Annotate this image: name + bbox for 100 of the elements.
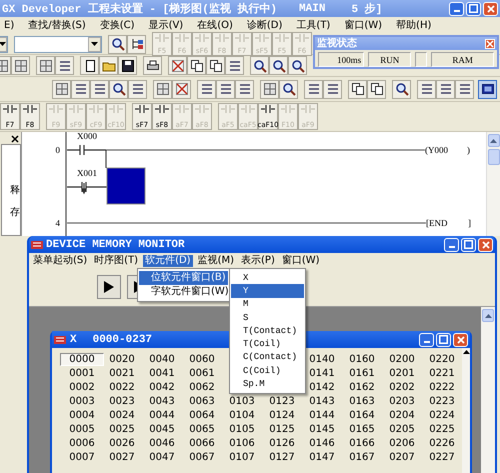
device-cell[interactable]: 0007: [66, 452, 98, 462]
menu-item[interactable]: 变换(C): [98, 20, 137, 32]
device-cell[interactable]: 0044: [146, 410, 178, 420]
device-cell[interactable]: 0061: [186, 368, 218, 378]
device-cell[interactable]: 0045: [146, 424, 178, 434]
toolbar-button[interactable]: [288, 56, 307, 75]
minimize-button[interactable]: [419, 332, 434, 346]
device-cell[interactable]: 0202: [386, 382, 418, 392]
device-cell[interactable]: 0041: [146, 368, 178, 378]
device-cell[interactable]: 0020: [106, 354, 138, 364]
device-cell[interactable]: 0005: [66, 424, 98, 434]
device-cell[interactable]: 0062: [186, 382, 218, 392]
toolbar-button[interactable]: [250, 56, 269, 75]
device-cell[interactable]: 0001: [66, 368, 98, 378]
menu-item[interactable]: 表示(P): [239, 254, 277, 266]
device-cell[interactable]: 0167: [346, 452, 378, 462]
maximize-button[interactable]: [436, 332, 451, 346]
device-cell[interactable]: 0164: [346, 410, 378, 420]
device-cell[interactable]: 0227: [426, 452, 458, 462]
device-cell[interactable]: 0200: [386, 354, 418, 364]
toolbar-button[interactable]: [279, 80, 298, 98]
menu-item[interactable]: 在线(O): [195, 20, 235, 32]
device-cell[interactable]: 0142: [306, 382, 338, 392]
minimize-button[interactable]: [444, 238, 459, 252]
device-cell[interactable]: 0160: [346, 354, 378, 364]
device-cell[interactable]: 0166: [346, 438, 378, 448]
menu-item[interactable]: C(Contact): [231, 350, 304, 364]
menu-item[interactable]: Y: [231, 284, 304, 298]
dropdown-field[interactable]: [14, 36, 102, 52]
device-cell[interactable]: 0103: [226, 396, 258, 406]
device-cell[interactable]: 0067: [186, 452, 218, 462]
device-cell[interactable]: 0065: [186, 424, 218, 434]
toolbar-button[interactable]: [206, 56, 225, 75]
menu-item[interactable]: T(Coil): [231, 337, 304, 351]
device-cell[interactable]: 0043: [146, 396, 178, 406]
device-cell[interactable]: 0006: [66, 438, 98, 448]
device-cell[interactable]: 0223: [426, 396, 458, 406]
device-cell[interactable]: 0125: [266, 424, 298, 434]
toolbar-button[interactable]: [436, 80, 455, 98]
menu-item[interactable]: 显示(V): [146, 20, 186, 32]
play-button[interactable]: [97, 275, 121, 299]
device-cell[interactable]: 0140: [306, 354, 338, 364]
menu-item[interactable]: 工具(T): [294, 20, 332, 32]
submenu-item[interactable]: 字软元件窗口(W): [139, 285, 228, 299]
device-cell[interactable]: 0064: [186, 410, 218, 420]
close-button[interactable]: [485, 38, 495, 48]
toolbar-button[interactable]: [216, 80, 235, 98]
device-cell[interactable]: 0003: [66, 396, 98, 406]
close-button[interactable]: [483, 2, 498, 16]
toolbar-button[interactable]: [128, 80, 147, 98]
device-cell[interactable]: 0147: [306, 452, 338, 462]
toolbar-button[interactable]: [235, 80, 254, 98]
menu-item[interactable]: S: [231, 310, 304, 324]
device-cell[interactable]: 0141: [306, 368, 338, 378]
device-cell[interactable]: 0220: [426, 354, 458, 364]
device-cell[interactable]: 0124: [266, 410, 298, 420]
submenu-item[interactable]: 位软元件窗口(B): [139, 271, 228, 285]
toolbar-button[interactable]: [348, 80, 367, 98]
menu-item[interactable]: 查找/替换(S): [26, 20, 88, 32]
device-cell[interactable]: 0144: [306, 410, 338, 420]
menu-item[interactable]: X: [231, 271, 304, 284]
device-cell[interactable]: 0104: [226, 410, 258, 420]
device-cell[interactable]: 0123: [266, 396, 298, 406]
device-cell[interactable]: 0161: [346, 368, 378, 378]
device-cell[interactable]: 0106: [226, 438, 258, 448]
device-cell[interactable]: 0042: [146, 382, 178, 392]
device-cell[interactable]: 0205: [386, 424, 418, 434]
menu-item[interactable]: 窗口(W): [280, 254, 322, 266]
menu-item[interactable]: Sp.M: [231, 377, 304, 391]
device-cell[interactable]: 0224: [426, 410, 458, 420]
toolbar-button[interactable]: [143, 56, 162, 75]
device-cell[interactable]: 0127: [266, 452, 298, 462]
scroll-thumb[interactable]: [488, 149, 500, 165]
toolbar-button[interactable]: [55, 56, 74, 75]
device-cell[interactable]: 0126: [266, 438, 298, 448]
device-cell[interactable]: 0162: [346, 382, 378, 392]
device-cell[interactable]: 0047: [146, 452, 178, 462]
device-cell[interactable]: 0004: [66, 410, 98, 420]
device-cell[interactable]: 0145: [306, 424, 338, 434]
device-cell[interactable]: 0024: [106, 410, 138, 420]
toolbar-button[interactable]: [71, 80, 90, 98]
device-cell[interactable]: 0026: [106, 438, 138, 448]
device-cell[interactable]: 0146: [306, 438, 338, 448]
device-cell[interactable]: 0025: [106, 424, 138, 434]
device-cell[interactable]: 0040: [146, 354, 178, 364]
dropdown-field[interactable]: [0, 36, 8, 52]
menu-item[interactable]: 窗口(W): [342, 20, 384, 32]
menu-item[interactable]: T(Contact): [231, 324, 304, 338]
scrollbar[interactable]: [462, 348, 470, 473]
maximize-button[interactable]: [466, 2, 481, 16]
toolbar-button[interactable]: [304, 80, 323, 98]
minimize-button[interactable]: [449, 2, 464, 16]
device-cell[interactable]: 0107: [226, 452, 258, 462]
device-cell[interactable]: 0222: [426, 382, 458, 392]
toolbar-button[interactable]: [108, 34, 127, 54]
device-cell[interactable]: 0206: [386, 438, 418, 448]
device-cell[interactable]: 0226: [426, 438, 458, 448]
device-cell[interactable]: 0022: [106, 382, 138, 392]
toolbar-button[interactable]: [80, 56, 99, 75]
toolbar-button[interactable]: [118, 56, 137, 75]
